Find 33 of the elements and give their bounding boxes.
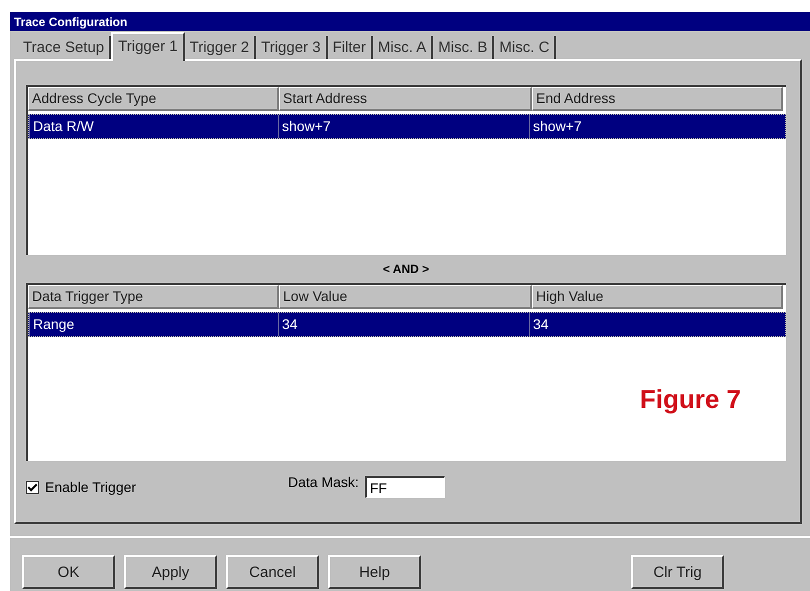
window-title: Trace Configuration: [14, 14, 128, 28]
column-header[interactable]: Start Address: [279, 87, 532, 111]
table-row[interactable]: Range 34 34: [28, 312, 786, 337]
button[interactable]: Clr Trig: [631, 555, 724, 589]
table-cell: 34: [529, 313, 778, 336]
column-header[interactable]: Data Trigger Type: [28, 285, 279, 309]
figure-label: Figure 7: [640, 384, 741, 414]
column-header[interactable]: High Value: [532, 285, 783, 309]
tab[interactable]: Filter: [328, 36, 373, 59]
tab[interactable]: Misc. C: [494, 36, 556, 59]
checkbox[interactable]: [26, 480, 39, 494]
table-cell: 34: [278, 313, 529, 336]
separator-label: < AND >: [382, 262, 430, 276]
button[interactable]: OK: [22, 555, 115, 589]
tab[interactable]: Trigger 2: [184, 36, 256, 59]
tab[interactable]: Trigger 3: [256, 36, 328, 59]
button[interactable]: Help: [328, 555, 421, 589]
table-cell: show+7: [278, 115, 529, 138]
table-cell: Range: [29, 313, 278, 336]
tab[interactable]: Misc. A: [372, 36, 434, 59]
table-cell: Data R/W: [29, 115, 278, 138]
input-field[interactable]: FF: [364, 476, 445, 498]
tab[interactable]: Trigger 1: [111, 32, 185, 61]
tab[interactable]: Misc. B: [433, 36, 494, 59]
column-header[interactable]: End Address: [532, 87, 783, 111]
button[interactable]: Apply: [124, 555, 217, 589]
table-row[interactable]: Data R/W show+7 show+7: [28, 114, 786, 139]
table-cell: show+7: [529, 115, 778, 138]
column-header[interactable]: Low Value: [279, 285, 532, 309]
column-header[interactable]: Address Cycle Type: [28, 87, 279, 111]
field-label: Data Mask:: [288, 474, 359, 490]
button[interactable]: Cancel: [226, 555, 319, 589]
enable-trigger-checkbox[interactable]: Enable Trigger: [26, 479, 286, 495]
